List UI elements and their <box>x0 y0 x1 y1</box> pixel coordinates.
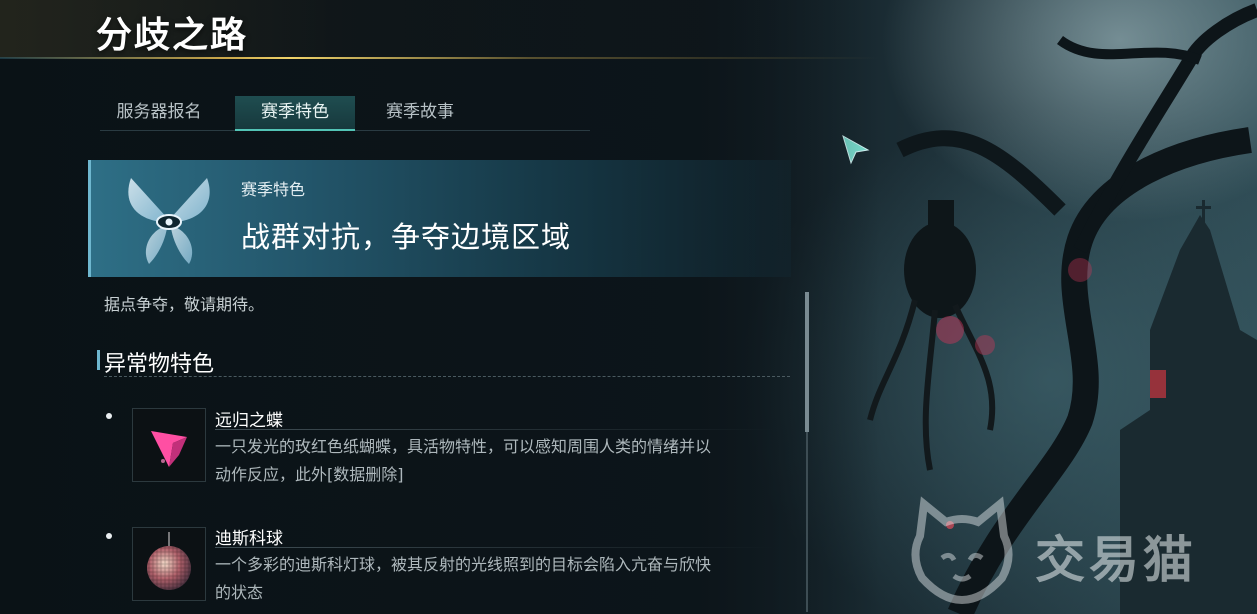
watermark-text: 交易猫 <box>1035 531 1197 589</box>
scrollbar-thumb[interactable] <box>805 292 809 432</box>
banner-headline: 战群对抗，争夺边境区域 <box>241 220 572 254</box>
butterfly-eye-emblem-icon <box>128 178 210 264</box>
tab-bar: 服务器报名 赛季特色 赛季故事 <box>100 96 590 131</box>
item-name-rule <box>215 429 775 430</box>
item-name: 迪斯科球 <box>215 529 283 549</box>
item-thumbnail[interactable] <box>132 527 206 601</box>
cat-face-icon <box>911 496 1013 605</box>
tab-server-signup[interactable]: 服务器报名 <box>100 96 218 129</box>
item-name-rule <box>215 547 775 548</box>
item-description-line: 的状态 <box>215 583 264 602</box>
section-divider <box>104 376 790 377</box>
disco-ball-icon <box>147 532 191 590</box>
item-description-line: 一只发光的玫红色纸蝴蝶，具活物特性，可以感知周围人类的情绪并以 <box>215 437 712 456</box>
bullet-dot <box>106 413 112 419</box>
tab-season-story[interactable]: 赛季故事 <box>370 96 470 129</box>
item-description: 一只发光的玫红色纸蝴蝶，具活物特性，可以感知周围人类的情绪并以 动作反应，此外[… <box>215 433 795 489</box>
section-title: 异常物特色 <box>104 352 215 377</box>
pink-paper-butterfly-icon <box>151 431 187 467</box>
item-name: 远归之蝶 <box>215 411 283 431</box>
item-description-line: 一个多彩的迪斯科灯球，被其反射的光线照到的目标会陷入亢奋与欣快 <box>215 555 712 574</box>
item-description-line: 动作反应，此外[数据删除] <box>215 465 404 484</box>
banner-note: 据点争夺，敬请期待。 <box>104 295 265 314</box>
item-thumbnail[interactable] <box>132 408 206 482</box>
item-description: 一个多彩的迪斯科灯球，被其反射的光线照到的目标会陷入亢奋与欣快 的状态 <box>215 551 795 607</box>
bullet-dot <box>106 533 112 539</box>
season-feature-banner: 赛季特色 战群对抗，争夺边境区域 <box>88 160 791 277</box>
banner-kicker: 赛季特色 <box>241 180 306 199</box>
tab-season-features[interactable]: 赛季特色 <box>235 96 355 131</box>
section-accent-bar <box>97 350 100 370</box>
page-title: 分歧之路 <box>96 15 249 56</box>
